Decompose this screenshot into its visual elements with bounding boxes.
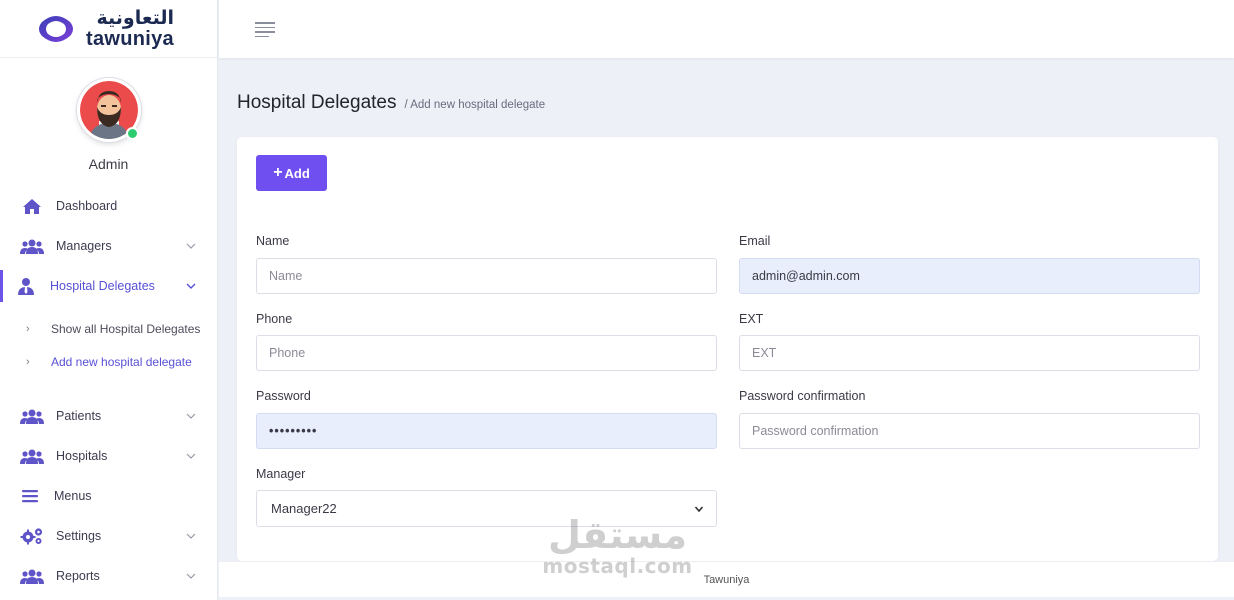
sidebar-item-label: Patients <box>56 409 102 423</box>
ext-input[interactable] <box>739 335 1200 371</box>
sidebar-item-label: Hospital Delegates <box>50 279 155 293</box>
phone-label: Phone <box>256 312 293 326</box>
sidebar-item-patients[interactable]: Patients <box>0 396 217 436</box>
manager-selected-value: Manager22 <box>271 501 337 516</box>
submenu-item-add-delegate[interactable]: › Add new hospital delegate <box>0 345 217 378</box>
sidebar-item-label: Dashboard <box>56 199 118 213</box>
add-button-label: Add <box>284 165 310 181</box>
sidebar-item-settings[interactable]: Settings <box>0 516 217 556</box>
password-confirmation-input[interactable] <box>739 413 1200 449</box>
chevron-down-icon <box>694 506 704 513</box>
footer: Tawuniya <box>219 561 1234 597</box>
tawuniya-logo-icon <box>39 15 73 42</box>
user-profile: Admin <box>0 78 217 172</box>
users-icon <box>20 567 44 585</box>
online-status-dot <box>125 127 139 140</box>
users-icon <box>20 237 44 255</box>
sidebar-item-reports[interactable]: Reports <box>0 556 217 596</box>
name-label: Name <box>256 234 290 248</box>
phone-input[interactable] <box>256 335 717 371</box>
name-input[interactable] <box>256 258 717 294</box>
password-label: Password <box>256 389 311 403</box>
users-icon <box>20 407 44 425</box>
sidebar-item-label: Managers <box>56 239 112 253</box>
submenu-item-show-all-delegates[interactable]: › Show all Hospital Delegates <box>0 312 217 345</box>
logo[interactable]: التعاونية tawuniya <box>0 0 217 58</box>
sidebar-item-label: Hospitals <box>56 449 108 463</box>
chevron-down-icon <box>186 283 196 289</box>
top-bar <box>219 0 1234 58</box>
submenu-item-label: Show all Hospital Delegates <box>51 321 201 336</box>
sidebar-item-hospitals[interactable]: Hospitals <box>0 436 217 476</box>
home-icon <box>20 197 44 215</box>
user-name: Admin <box>88 156 129 172</box>
page-title: Hospital Delegates <box>237 92 397 113</box>
page-header: Hospital Delegates / Add new hospital de… <box>237 92 545 114</box>
password-input[interactable] <box>256 413 717 449</box>
chevron-down-icon <box>186 453 196 459</box>
email-input[interactable] <box>739 258 1200 294</box>
email-label: Email <box>739 234 771 248</box>
chevron-right-icon: › <box>26 322 30 335</box>
sidebar-item-label: Menus <box>54 489 92 503</box>
menu-toggle-icon[interactable] <box>255 22 275 37</box>
chevron-down-icon <box>186 533 196 539</box>
sidebar-item-dashboard[interactable]: Dashboard <box>0 186 217 226</box>
manager-label: Manager <box>256 467 306 481</box>
bars-icon <box>18 487 42 505</box>
sidebar-item-hospital-delegates[interactable]: Hospital Delegates <box>0 266 217 306</box>
sidebar: التعاونية tawuniya Admin Dashboard Manag… <box>0 0 218 600</box>
sidebar-menu: Dashboard Managers Hospital Delegates › … <box>0 186 217 596</box>
users-icon <box>20 447 44 465</box>
sidebar-item-label: Settings <box>56 529 102 543</box>
brand-name-en: tawuniya <box>86 27 174 50</box>
gears-icon <box>20 527 44 545</box>
user-tie-icon <box>14 277 38 295</box>
add-button[interactable]: + Add <box>256 155 327 191</box>
chevron-down-icon <box>186 413 196 419</box>
submenu-item-label: Add new hospital delegate <box>51 354 192 369</box>
chevron-down-icon <box>186 573 196 579</box>
password-confirmation-label: Password confirmation <box>739 389 866 403</box>
sidebar-item-label: Reports <box>56 569 100 583</box>
sidebar-item-menus[interactable]: Menus <box>0 476 217 516</box>
sidebar-item-managers[interactable]: Managers <box>0 226 217 266</box>
footer-text: Tawuniya <box>703 573 750 586</box>
chevron-down-icon <box>186 243 196 249</box>
plus-icon: + <box>273 164 283 181</box>
ext-label: EXT <box>739 312 764 326</box>
delegate-form-card: + Add Name Email Phone EXT Password Pass… <box>237 137 1218 561</box>
chevron-right-icon: › <box>26 355 30 368</box>
brand-name-ar: التعاونية <box>96 6 174 29</box>
breadcrumb: / Add new hospital delegate <box>404 99 546 111</box>
manager-select[interactable]: Manager22 <box>256 490 717 527</box>
